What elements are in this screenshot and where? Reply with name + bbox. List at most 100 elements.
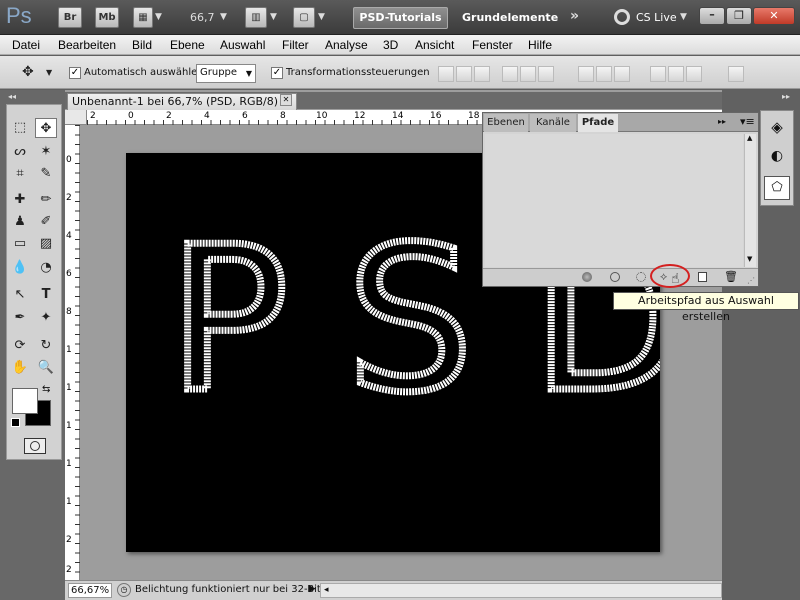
new-path-icon[interactable] xyxy=(698,272,707,282)
blur-tool-icon[interactable]: 💧 xyxy=(9,258,31,278)
panel-collapse-icon[interactable]: ▸▸ xyxy=(718,117,726,126)
distribute-hcenter-icon[interactable] xyxy=(668,66,684,82)
magic-wand-tool-icon[interactable]: ✶ xyxy=(35,142,57,162)
layers-panel-icon[interactable]: ◈ xyxy=(766,118,788,138)
scroll-left-icon[interactable]: ◂ xyxy=(324,585,329,595)
view-extras-button[interactable]: ▦ xyxy=(133,7,153,28)
view-extras-chevron-icon[interactable]: ▼ xyxy=(155,12,162,22)
load-path-as-selection-icon[interactable] xyxy=(636,272,646,282)
menu-datei[interactable]: Datei xyxy=(12,38,40,52)
document-tab[interactable]: Unbenannt-1 bei 66,7% (PSD, RGB/8) * xyxy=(67,93,297,110)
status-info-icon[interactable]: ◷ xyxy=(117,583,131,597)
lasso-tool-icon[interactable]: ᔕ xyxy=(9,142,31,162)
tools-collapse-icon[interactable]: ◂◂ xyxy=(8,92,16,101)
minimize-button[interactable]: – xyxy=(699,7,725,25)
tab-ebenen[interactable]: Ebenen xyxy=(484,114,528,132)
hand-tool-icon[interactable]: ✋ xyxy=(9,358,31,378)
screen-mode-button[interactable]: ▢ xyxy=(293,7,315,28)
paths-scrollbar[interactable]: ▲ ▼ xyxy=(744,134,756,267)
menu-hilfe[interactable]: Hilfe xyxy=(528,38,552,52)
menu-bearbeiten[interactable]: Bearbeiten xyxy=(58,38,116,52)
stroke-path-icon[interactable] xyxy=(610,272,620,282)
swap-colors-icon[interactable]: ⇆ xyxy=(42,384,50,395)
panel-resize-grip-icon[interactable]: ⋰ xyxy=(747,276,755,285)
eyedropper-tool-icon[interactable]: ✎ xyxy=(35,164,57,184)
align-bottom-icon[interactable] xyxy=(474,66,490,82)
make-work-path-button[interactable] xyxy=(650,264,690,288)
menu-3d[interactable]: 3D xyxy=(383,38,398,52)
panel-menu-icon[interactable]: ▾≡ xyxy=(740,115,755,128)
delete-path-icon[interactable]: 🗑 xyxy=(724,270,738,283)
auto-align-layers-icon[interactable] xyxy=(728,66,744,82)
gradient-tool-icon[interactable]: ▨ xyxy=(35,234,57,254)
history-brush-tool-icon[interactable]: ✐ xyxy=(35,212,57,232)
align-top-icon[interactable] xyxy=(438,66,454,82)
pen-tool-icon[interactable]: ✒ xyxy=(9,308,31,328)
status-menu-icon[interactable]: ▶ xyxy=(309,584,316,594)
tab-pfade[interactable]: Pfade xyxy=(578,114,618,132)
crop-tool-icon[interactable]: ⌗ xyxy=(9,164,31,184)
restore-button[interactable]: ❐ xyxy=(726,7,752,25)
arrange-chevron-icon[interactable]: ▼ xyxy=(270,12,277,22)
align-right-icon[interactable] xyxy=(538,66,554,82)
status-zoom-field[interactable]: 66,67% xyxy=(68,583,112,598)
menu-bild[interactable]: Bild xyxy=(132,38,152,52)
distribute-right-icon[interactable] xyxy=(686,66,702,82)
move-tool-icon[interactable]: ✥ xyxy=(35,118,57,138)
menu-filter[interactable]: Filter xyxy=(282,38,309,52)
type-tool-icon[interactable]: T xyxy=(35,285,57,305)
fill-path-icon[interactable] xyxy=(582,272,592,282)
marquee-tool-icon[interactable]: ⬚ xyxy=(9,118,31,138)
channels-panel-icon[interactable]: ◐ xyxy=(766,148,788,168)
distribute-left-icon[interactable] xyxy=(650,66,666,82)
zoom-chevron-icon[interactable]: ▼ xyxy=(220,12,227,22)
brush-tool-icon[interactable]: ✏ xyxy=(35,190,57,210)
scroll-up-icon[interactable]: ▲ xyxy=(747,134,752,142)
distribute-top-icon[interactable] xyxy=(578,66,594,82)
cslive-label[interactable]: CS Live xyxy=(636,11,677,24)
healing-brush-tool-icon[interactable]: ✚ xyxy=(9,190,31,210)
align-hcenter-icon[interactable] xyxy=(520,66,536,82)
align-left-icon[interactable] xyxy=(502,66,518,82)
shape-tool-icon[interactable]: ✦ xyxy=(35,308,57,328)
minibridge-button[interactable]: Mb xyxy=(95,7,119,28)
path-selection-tool-icon[interactable]: ↖ xyxy=(9,285,31,305)
distribute-vcenter-icon[interactable] xyxy=(596,66,612,82)
horizontal-scrollbar[interactable]: ◂ xyxy=(320,583,722,598)
zoom-tool-icon[interactable]: 🔍 xyxy=(35,358,57,378)
close-button[interactable]: ✕ xyxy=(753,7,795,25)
auto-select-dropdown[interactable]: Gruppe ▼ xyxy=(196,64,256,83)
auto-select-checkbox[interactable]: ✓ xyxy=(69,67,81,79)
menu-ansicht[interactable]: Ansicht xyxy=(415,38,454,52)
preset-chevron-icon[interactable]: ▼ xyxy=(46,68,52,77)
distribute-bottom-icon[interactable] xyxy=(614,66,630,82)
transform-controls-checkbox[interactable]: ✓ xyxy=(271,67,283,79)
screen-mode-chevron-icon[interactable]: ▼ xyxy=(318,12,325,22)
workspace-psd-tutorials-button[interactable]: PSD-Tutorials xyxy=(353,7,448,29)
cslive-chevron-icon[interactable]: ▼ xyxy=(680,12,687,22)
clone-stamp-tool-icon[interactable]: ♟ xyxy=(9,212,31,232)
3d-orbit-tool-icon[interactable]: ↻ xyxy=(35,336,57,356)
align-vcenter-icon[interactable] xyxy=(456,66,472,82)
document-tab-close-icon[interactable]: ✕ xyxy=(280,94,292,106)
move-tool-preset-icon[interactable]: ✥ xyxy=(22,64,34,80)
more-workspaces-icon[interactable]: » xyxy=(570,8,579,24)
quick-mask-button[interactable] xyxy=(24,438,46,454)
eraser-tool-icon[interactable]: ▭ xyxy=(9,234,31,254)
3d-rotate-tool-icon[interactable]: ⟳ xyxy=(9,336,31,356)
cslive-icon[interactable] xyxy=(614,9,630,25)
tab-kanaele[interactable]: Kanäle xyxy=(530,114,576,132)
arrange-documents-button[interactable]: ▥ xyxy=(245,7,267,28)
right-dock-expand-icon[interactable]: ▸▸ xyxy=(782,92,790,101)
menu-analyse[interactable]: Analyse xyxy=(325,38,368,52)
paths-panel-icon[interactable]: ⬠ xyxy=(764,176,790,200)
menu-ebene[interactable]: Ebene xyxy=(170,38,205,52)
dodge-tool-icon[interactable]: ◔ xyxy=(35,258,57,278)
foreground-color-swatch[interactable] xyxy=(12,388,38,414)
menu-fenster[interactable]: Fenster xyxy=(472,38,513,52)
workspace-grundelemente-button[interactable]: Grundelemente xyxy=(462,11,558,24)
menu-auswahl[interactable]: Auswahl xyxy=(220,38,265,52)
scroll-down-icon[interactable]: ▼ xyxy=(747,255,752,263)
zoom-level[interactable]: 66,7 xyxy=(190,11,215,24)
bridge-button[interactable]: Br xyxy=(58,7,82,28)
